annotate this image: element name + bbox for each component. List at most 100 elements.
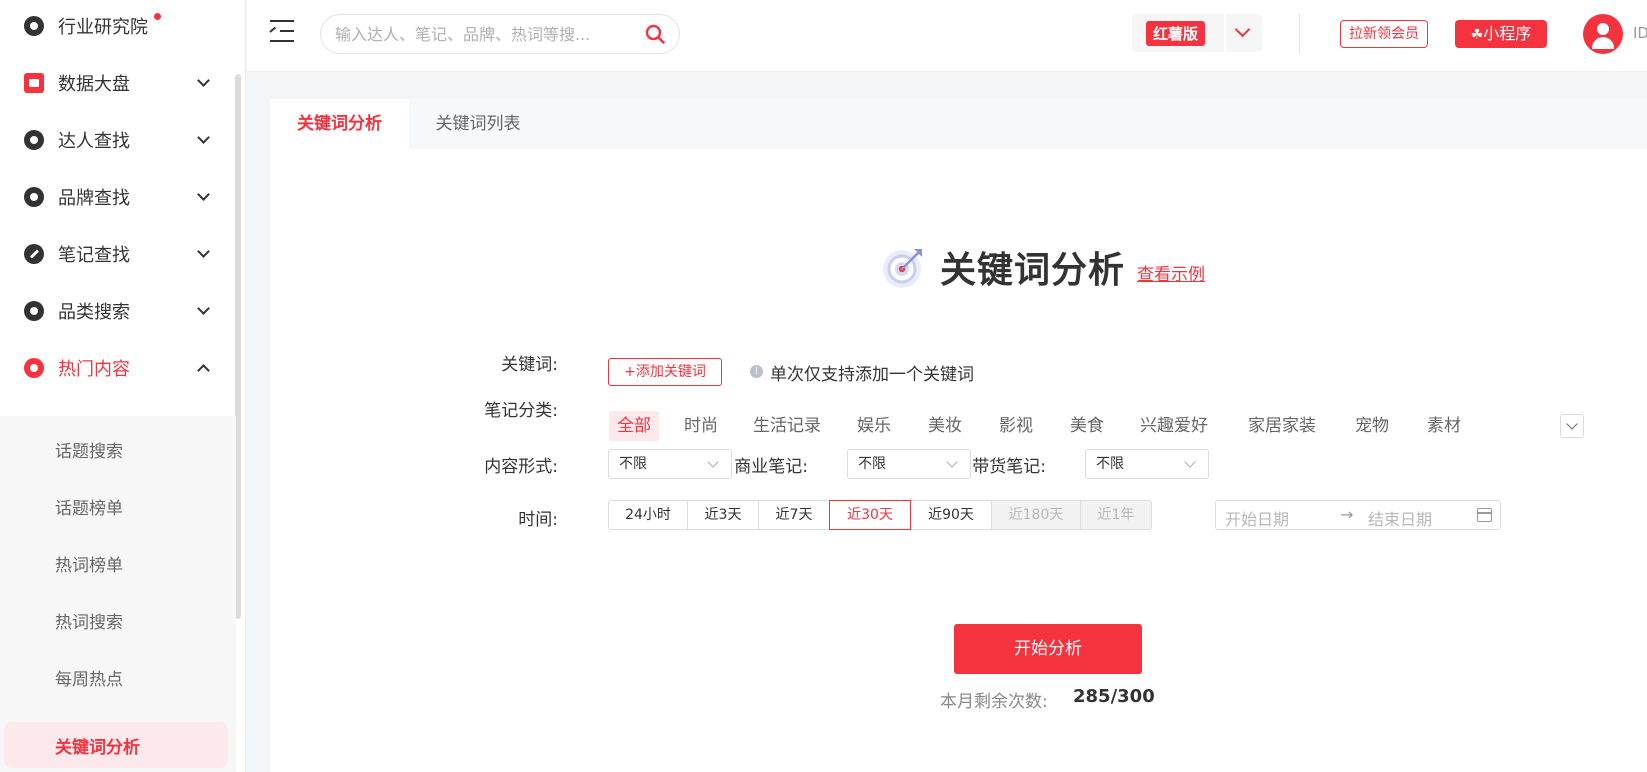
search-input[interactable] <box>335 23 625 45</box>
version-badge: 红薯版 <box>1146 20 1206 46</box>
category-home[interactable]: 家居家装 <box>1240 411 1324 441</box>
category-beauty[interactable]: 美妆 <box>920 411 970 441</box>
submenu-item-label: 每周热点 <box>55 669 123 690</box>
mini-program-label: 小程序 <box>1483 24 1532 43</box>
submenu-item-weekly-hot[interactable]: 每周热点 <box>0 654 236 700</box>
grid-icon <box>24 301 44 321</box>
sidebar-item-label: 笔记查找 <box>58 245 130 266</box>
chevron-down-icon <box>197 188 210 201</box>
time-option-30d[interactable]: 近30天 <box>829 500 911 530</box>
arrow-right-icon: → <box>1340 505 1354 524</box>
submenu-item-topic-ranking[interactable]: 话题榜单 <box>0 483 236 529</box>
keyword-label: 关键词: <box>501 355 558 375</box>
category-lifestyle[interactable]: 生活记录 <box>745 411 829 441</box>
invite-member-button[interactable]: 拉新领会员 <box>1340 20 1428 48</box>
hot-content-submenu: 话题搜索 话题榜单 热词榜单 热词搜索 每周热点 关键词分析 <box>0 416 236 772</box>
main-content: 关键词分析 关键词列表 关键词分析 查看示例 关键词: +添加关键词 ! 单次仅… <box>270 99 1647 772</box>
heart-icon <box>24 187 44 207</box>
version-divider <box>1224 14 1226 52</box>
page-title: 关键词分析 <box>940 250 1126 291</box>
submenu-item-keyword-analysis[interactable]: 关键词分析 <box>4 722 228 768</box>
mini-program-icon: ☘ <box>1470 27 1484 43</box>
category-hobbies[interactable]: 兴趣爱好 <box>1132 411 1216 441</box>
pencil-icon <box>24 244 44 264</box>
top-header: 红薯版 拉新领会员 ☘小程序 ID <box>247 0 1647 72</box>
remaining-count-label: 本月剩余次数: <box>940 692 1048 712</box>
sidebar-item-label: 品牌查找 <box>58 188 130 209</box>
category-expand-button[interactable] <box>1560 414 1584 438</box>
category-label: 笔记分类: <box>484 401 558 421</box>
sidebar-item-label: 品类搜索 <box>58 302 130 323</box>
target-icon <box>883 249 922 288</box>
page-hero: 关键词分析 查看示例 <box>880 239 1205 295</box>
chevron-down-icon <box>1234 21 1251 38</box>
date-range-picker[interactable]: 开始日期 → 结束日期 <box>1215 500 1501 530</box>
category-food[interactable]: 美食 <box>1062 411 1112 441</box>
sidebar-item-data-dashboard[interactable]: 数据大盘 <box>0 63 236 103</box>
calendar-icon <box>1477 508 1492 522</box>
time-option-24h[interactable]: 24小时 <box>608 500 688 530</box>
tab-keyword-analysis[interactable]: 关键词分析 <box>270 99 409 149</box>
submenu-item-label: 话题榜单 <box>55 498 123 519</box>
keyword-hint: 单次仅支持添加一个关键词 <box>770 365 974 385</box>
sidebar-item-industry-research[interactable]: 行业研究院 <box>0 6 236 46</box>
category-materials[interactable]: 素材 <box>1419 411 1469 441</box>
category-entertainment[interactable]: 娱乐 <box>849 411 899 441</box>
sidebar-item-category-search[interactable]: 品类搜索 <box>0 291 236 331</box>
commercial-note-label: 商业笔记: <box>734 457 808 477</box>
chevron-down-icon <box>197 302 210 315</box>
commercial-note-select[interactable]: 不限 <box>847 449 971 479</box>
search-icon[interactable] <box>645 24 665 44</box>
chevron-down-icon <box>197 74 210 87</box>
content-form-select[interactable]: 不限 <box>608 449 732 479</box>
sidebar-item-hot-content[interactable]: 热门内容 <box>0 348 236 388</box>
avatar[interactable] <box>1583 14 1623 54</box>
sidebar-item-label: 行业研究院 <box>58 17 148 38</box>
sidebar-item-label: 热门内容 <box>58 359 130 380</box>
remaining-count-value: 285/300 <box>1073 686 1155 707</box>
view-example-link[interactable]: 查看示例 <box>1137 260 1205 285</box>
submenu-item-hotword-ranking[interactable]: 热词榜单 <box>0 540 236 586</box>
content-form-label: 内容形式: <box>484 457 558 477</box>
version-selector[interactable]: 红薯版 <box>1132 14 1262 52</box>
goods-note-select[interactable]: 不限 <box>1085 449 1209 479</box>
sidebar-item-label: 达人查找 <box>58 131 130 152</box>
category-fashion[interactable]: 时尚 <box>676 411 726 441</box>
user-id: ID <box>1633 24 1647 42</box>
category-pets[interactable]: 宠物 <box>1347 411 1397 441</box>
time-option-7d[interactable]: 近7天 <box>758 500 830 530</box>
submenu-item-hotword-search[interactable]: 热词搜索 <box>0 597 236 643</box>
submenu-item-topic-search[interactable]: 话题搜索 <box>0 426 236 472</box>
submenu-item-label: 关键词分析 <box>55 737 140 758</box>
chevron-down-icon <box>946 456 958 468</box>
sidebar-item-label: 数据大盘 <box>58 74 130 95</box>
notification-dot <box>154 12 161 20</box>
flame-icon <box>24 358 44 378</box>
goods-note-label: 带货笔记: <box>972 457 1046 477</box>
add-keyword-button[interactable]: +添加关键词 <box>608 358 722 386</box>
time-option-3d[interactable]: 近3天 <box>687 500 759 530</box>
mini-program-button[interactable]: ☘小程序 <box>1455 20 1547 48</box>
sidebar-item-influencer-search[interactable]: 达人查找 <box>0 120 236 160</box>
global-search <box>320 14 680 54</box>
start-date-input[interactable]: 开始日期 <box>1225 506 1289 530</box>
menu-toggle-icon[interactable] <box>269 20 294 42</box>
submenu-item-label: 热词榜单 <box>55 555 123 576</box>
chevron-down-icon <box>1184 456 1196 468</box>
tab-keyword-list[interactable]: 关键词列表 <box>409 99 547 149</box>
category-all[interactable]: 全部 <box>609 411 659 441</box>
sidebar-item-note-search[interactable]: 笔记查找 <box>0 234 236 274</box>
time-label: 时间: <box>518 510 558 530</box>
end-date-input[interactable]: 结束日期 <box>1368 506 1432 530</box>
start-analysis-button[interactable]: 开始分析 <box>954 624 1142 674</box>
select-value: 不限 <box>619 456 647 472</box>
tab-bar: 关键词分析 关键词列表 <box>270 99 1647 149</box>
chevron-up-icon <box>197 364 210 377</box>
header-divider <box>1299 14 1300 54</box>
time-option-1y: 近1年 <box>1080 500 1152 530</box>
time-range-group: 24小时 近3天 近7天 近30天 近90天 近180天 近1年 <box>608 500 1152 530</box>
category-film[interactable]: 影视 <box>991 411 1041 441</box>
time-option-90d[interactable]: 近90天 <box>910 500 992 530</box>
sidebar-item-brand-search[interactable]: 品牌查找 <box>0 177 236 217</box>
bar-chart-icon <box>24 73 44 93</box>
